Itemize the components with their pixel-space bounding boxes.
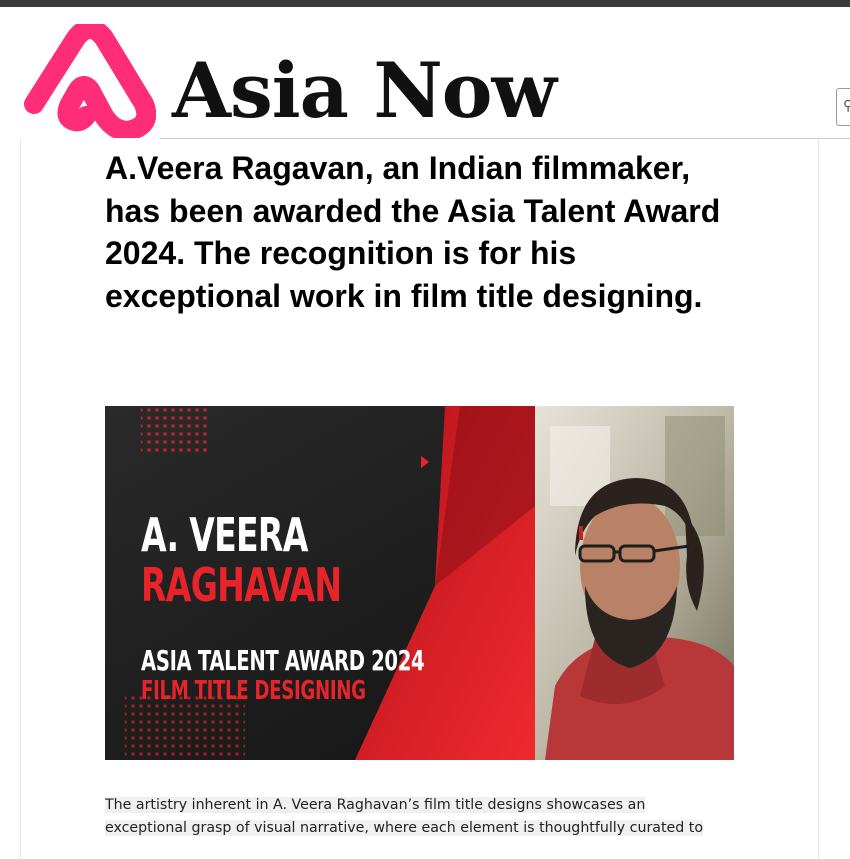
search-input[interactable]: ⚲ [836,88,850,126]
article-headline: A.Veera Ragavan, an Indian filmmaker, ha… [105,150,721,314]
hero-award-line2: FILM TITLE DESIGNING [141,676,366,706]
hero-image: A. VEERA RAGHAVAN ASIA TALENT AWARD 2024… [105,406,734,760]
top-bar [0,0,850,7]
site-title[interactable]: Asia Now [172,48,557,134]
search-icon: ⚲ [843,97,850,114]
article-body: The artistry inherent in A. Veera Raghav… [105,794,725,840]
asia-now-logo-icon[interactable] [24,24,156,138]
hero-award-line1: ASIA TALENT AWARD 2024 [141,644,425,677]
hero-name-line1: A. VEERA [141,508,308,562]
article-body-line1: The artistry inherent in A. Veera Raghav… [105,797,646,813]
hero-name-line2: RAGHAVAN [141,558,342,612]
article-body-line2: exceptional grasp of visual narrative, w… [105,820,704,836]
